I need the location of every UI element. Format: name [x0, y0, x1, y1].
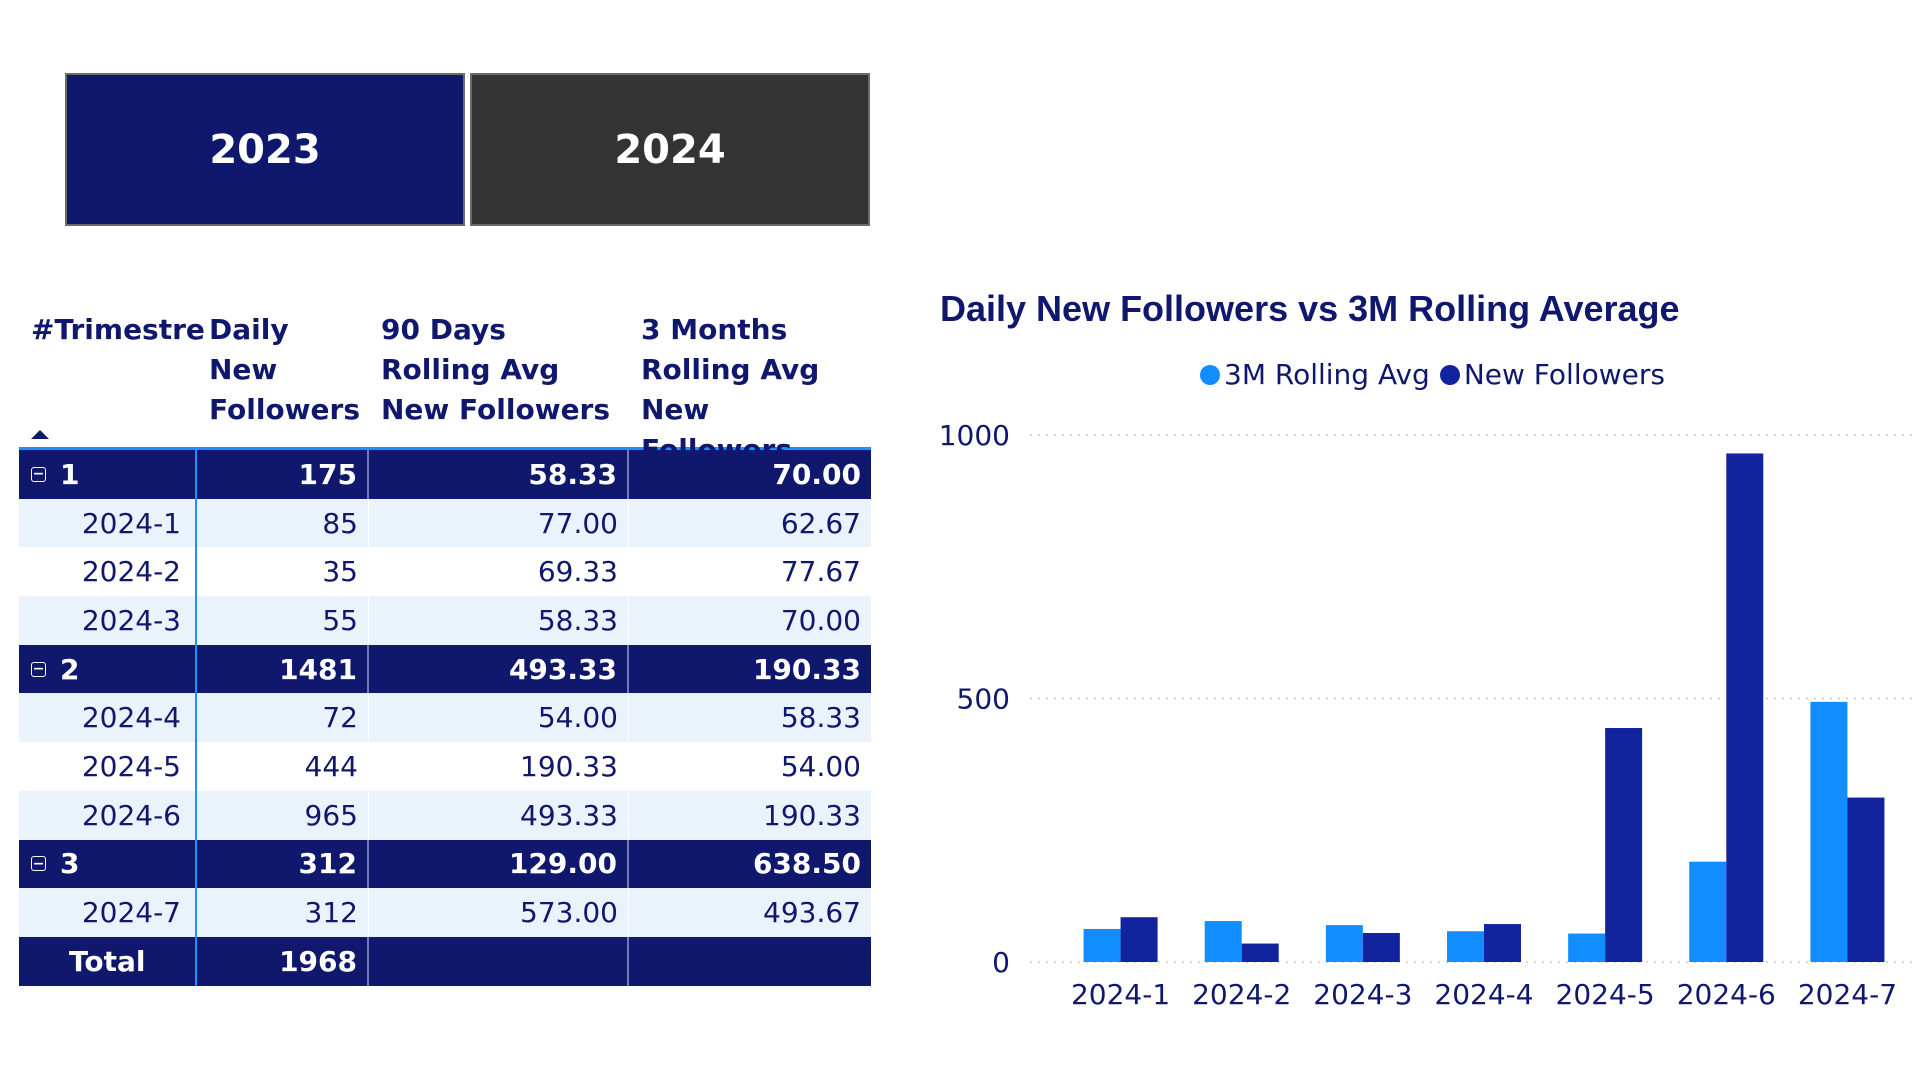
- bar-new-followers-2024-6[interactable]: [1726, 453, 1764, 962]
- x-tick-label: 2024-6: [1677, 978, 1776, 1011]
- x-tick-label: 2024-1: [1071, 978, 1170, 1011]
- bar-3m-rolling-avg-2024-2[interactable]: [1204, 921, 1242, 962]
- bar-new-followers-2024-1[interactable]: [1120, 917, 1158, 962]
- x-tick-label: 2024-2: [1192, 978, 1291, 1011]
- x-tick-label: 2024-3: [1313, 978, 1412, 1011]
- x-tick-label: 2024-7: [1798, 978, 1897, 1011]
- bar-3m-rolling-avg-2024-4[interactable]: [1447, 931, 1484, 962]
- y-tick-label: 0: [992, 946, 1010, 979]
- bar-3m-rolling-avg-2024-6[interactable]: [1689, 861, 1727, 962]
- y-tick-label: 1000: [939, 419, 1010, 452]
- x-tick-label: 2024-5: [1556, 978, 1655, 1011]
- bar-3m-rolling-avg-2024-1[interactable]: [1083, 928, 1121, 962]
- bar-new-followers-2024-2[interactable]: [1241, 943, 1279, 962]
- bar-chart: 0 500 1000 2024-1 2024-2 2024-3 2024-4 2024-5 20…: [939, 419, 1918, 1011]
- bar-new-followers-2024-3[interactable]: [1362, 933, 1400, 962]
- bar-new-followers-2024-4[interactable]: [1484, 924, 1521, 962]
- bar-3m-rolling-avg-2024-5[interactable]: [1568, 933, 1606, 962]
- bar-new-followers-2024-5[interactable]: [1605, 728, 1643, 962]
- x-tick-label: 2024-4: [1434, 978, 1533, 1011]
- bar-3m-rolling-avg-2024-3[interactable]: [1325, 925, 1363, 962]
- bar-3m-rolling-avg-2024-7[interactable]: [1810, 701, 1848, 962]
- bar-new-followers-2024-7[interactable]: [1847, 797, 1885, 962]
- y-tick-label: 500: [957, 683, 1010, 716]
